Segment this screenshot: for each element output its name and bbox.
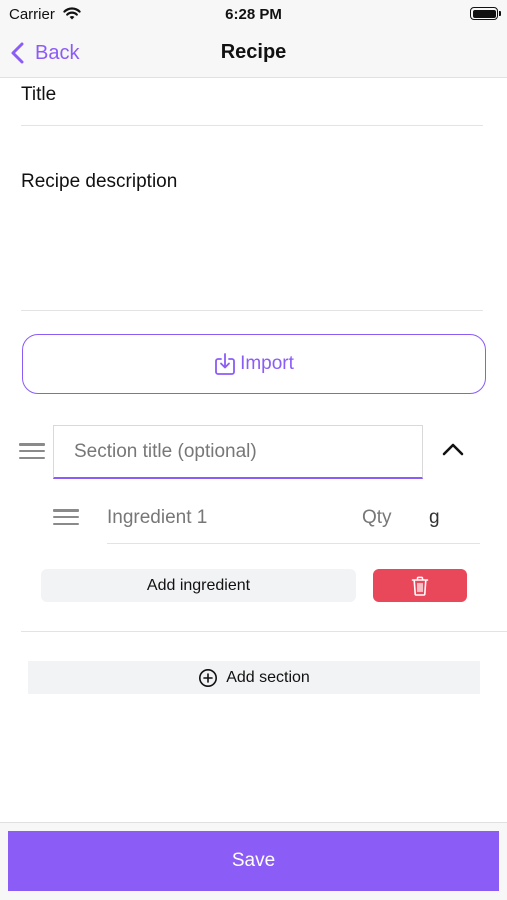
add-section-label: Add section [226,668,310,686]
add-section-button[interactable]: Add section [28,661,480,694]
import-button[interactable]: Import [22,334,486,394]
section-title-input[interactable]: Section title (optional) [53,425,423,479]
import-icon [215,353,235,375]
ingredient-unit-select[interactable]: g [429,507,440,529]
ingredient-drag-handle-icon[interactable] [53,509,79,525]
ingredient-name-input[interactable]: Ingredient 1 [107,507,207,529]
ingredient-qty-input[interactable]: Qty [362,507,392,529]
save-button[interactable]: Save [8,831,499,891]
title-input[interactable]: Title [21,84,56,106]
title-divider [21,125,483,126]
footer-bar: Save [0,822,507,900]
trash-icon [411,576,429,596]
section-divider [21,631,507,632]
plus-circle-icon [199,668,218,687]
ingredient-divider [107,543,480,544]
status-time: 6:28 PM [225,6,282,23]
drag-handle-icon[interactable] [19,443,45,459]
description-divider [21,310,483,311]
description-input[interactable]: Recipe description [21,171,177,193]
delete-section-button[interactable] [373,569,467,602]
status-bar: Carrier 6:28 PM [0,0,507,28]
chevron-up-icon[interactable] [441,441,465,457]
import-label: Import [240,353,294,374]
navigation-bar: Back Recipe [0,28,507,78]
add-ingredient-button[interactable]: Add ingredient [41,569,356,602]
battery-icon [470,7,501,20]
page-title: Recipe [220,41,287,63]
